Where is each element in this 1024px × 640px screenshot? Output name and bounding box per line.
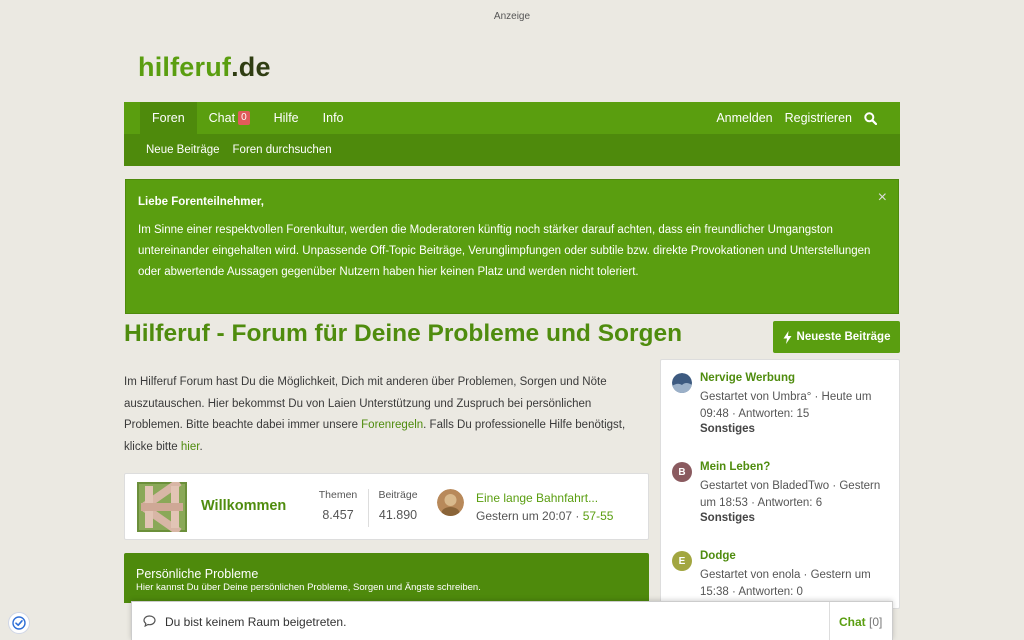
category-title[interactable]: Persönliche Probleme	[136, 567, 637, 581]
search-icon	[863, 111, 877, 125]
chat-divider	[829, 602, 830, 640]
avatar[interactable]	[437, 489, 464, 516]
last-post-meta: Gestern um 20:07 · 57-55	[476, 509, 613, 523]
chat-status-text: Du bist keinem Raum beigetreten.	[165, 615, 347, 629]
newest-posts-button[interactable]: Neueste Beiträge	[773, 321, 900, 353]
tab-foren[interactable]: Foren	[140, 102, 197, 134]
sidebar-item-forum[interactable]: Sonstiges	[700, 423, 755, 435]
new-posts-link[interactable]: Neue Beiträge	[146, 144, 220, 156]
tab-info[interactable]: Info	[311, 102, 356, 134]
chat-count-badge: 0	[238, 111, 250, 125]
beitraege-label: Beiträge	[378, 489, 418, 501]
stat-themen: Themen 8.457	[308, 489, 368, 522]
consent-button[interactable]	[8, 612, 30, 634]
category-header[interactable]: Persönliche Probleme Hier kannst Du über…	[124, 553, 649, 603]
notice-box: Liebe Forenteilnehmer, Im Sinne einer re…	[125, 179, 899, 314]
sidebar-item-title[interactable]: Dodge	[700, 550, 736, 562]
sidebar-item-title[interactable]: Nervige Werbung	[700, 372, 795, 384]
last-post-time: Gestern um 20:07	[476, 509, 573, 523]
sidebar-item-meta: Gestartet von BladedTwo · Gestern um 18:…	[700, 480, 881, 509]
last-post-user[interactable]: 57-55	[583, 509, 614, 523]
themen-label: Themen	[318, 489, 358, 501]
sidebar-item-forum[interactable]: Sonstiges	[700, 512, 755, 524]
chat-bubble-icon	[143, 615, 156, 627]
search-forums-link[interactable]: Foren durchsuchen	[233, 144, 332, 156]
sidebar-item-meta: Gestartet von enola · Gestern um 15:38 ·…	[700, 569, 871, 598]
last-post-title[interactable]: Eine lange Bahnfahrt...	[476, 491, 598, 505]
forum-name[interactable]: Willkommen	[201, 498, 286, 514]
chat-label: Chat	[839, 615, 866, 629]
avatar: B	[672, 462, 692, 482]
newest-posts-sidebar: Nervige Werbung Gestartet von Umbra° · H…	[660, 359, 900, 609]
page-title: Hilferuf - Forum für Deine Probleme und …	[124, 320, 683, 347]
shield-check-icon	[12, 616, 26, 630]
forum-thumbnail	[137, 482, 187, 532]
chat-bar: Du bist keinem Raum beigetreten. Chat [0…	[131, 601, 893, 640]
stat-beitraege: Beiträge 41.890	[368, 489, 428, 522]
themen-value: 8.457	[322, 508, 354, 522]
tab-foren-label: Foren	[152, 111, 185, 125]
chat-toggle-button[interactable]: Chat [0]	[839, 615, 882, 629]
newest-posts-label: Neueste Beiträge	[796, 331, 891, 343]
tab-hilfe-label: Hilfe	[273, 111, 299, 125]
last-post-sep: ·	[572, 509, 583, 523]
beitraege-value: 41.890	[378, 508, 418, 522]
sidebar-item-meta: Gestartet von Umbra° · Heute um 09:48 · …	[700, 391, 872, 420]
tab-info-label: Info	[322, 111, 344, 125]
sidebar-item-title[interactable]: Mein Leben?	[700, 461, 770, 473]
forum-rules-link[interactable]: Forenregeln	[361, 419, 423, 431]
help-link[interactable]: hier	[181, 441, 200, 453]
close-icon[interactable]: ×	[878, 189, 887, 207]
forum-card-willkommen[interactable]: Willkommen Themen 8.457 Beiträge 41.890 …	[124, 473, 649, 540]
intro-text: Im Hilferuf Forum hast Du die Möglichkei…	[124, 372, 648, 458]
login-link[interactable]: Anmelden	[716, 111, 772, 125]
ad-label: Anzeige	[493, 11, 531, 22]
avatar: E	[672, 551, 692, 571]
intro-part3: .	[199, 440, 203, 453]
tab-hilfe[interactable]: Hilfe	[262, 102, 311, 134]
logo-part1: hilferuf	[138, 52, 232, 82]
avatar	[672, 373, 692, 393]
category-desc: Hier kannst Du über Deine persönlichen P…	[136, 582, 481, 593]
chat-count: [0]	[869, 615, 883, 629]
tab-chat-label: Chat	[208, 111, 236, 125]
notice-text: Im Sinne einer respektvollen Forenkultur…	[138, 224, 871, 278]
tab-chat[interactable]: Chat 0	[197, 102, 262, 134]
notice-title: Liebe Forenteilnehmer,	[138, 196, 264, 208]
bolt-icon	[783, 330, 792, 344]
logo-part2: .de	[231, 52, 271, 82]
register-link[interactable]: Registrieren	[785, 111, 852, 125]
search-button[interactable]	[854, 102, 886, 134]
main-nav: Foren Chat 0 Hilfe Info Anmelden Registri…	[124, 102, 900, 134]
site-logo[interactable]: hilferuf.de	[138, 52, 271, 83]
sub-nav: Neue Beiträge Foren durchsuchen	[124, 134, 900, 166]
